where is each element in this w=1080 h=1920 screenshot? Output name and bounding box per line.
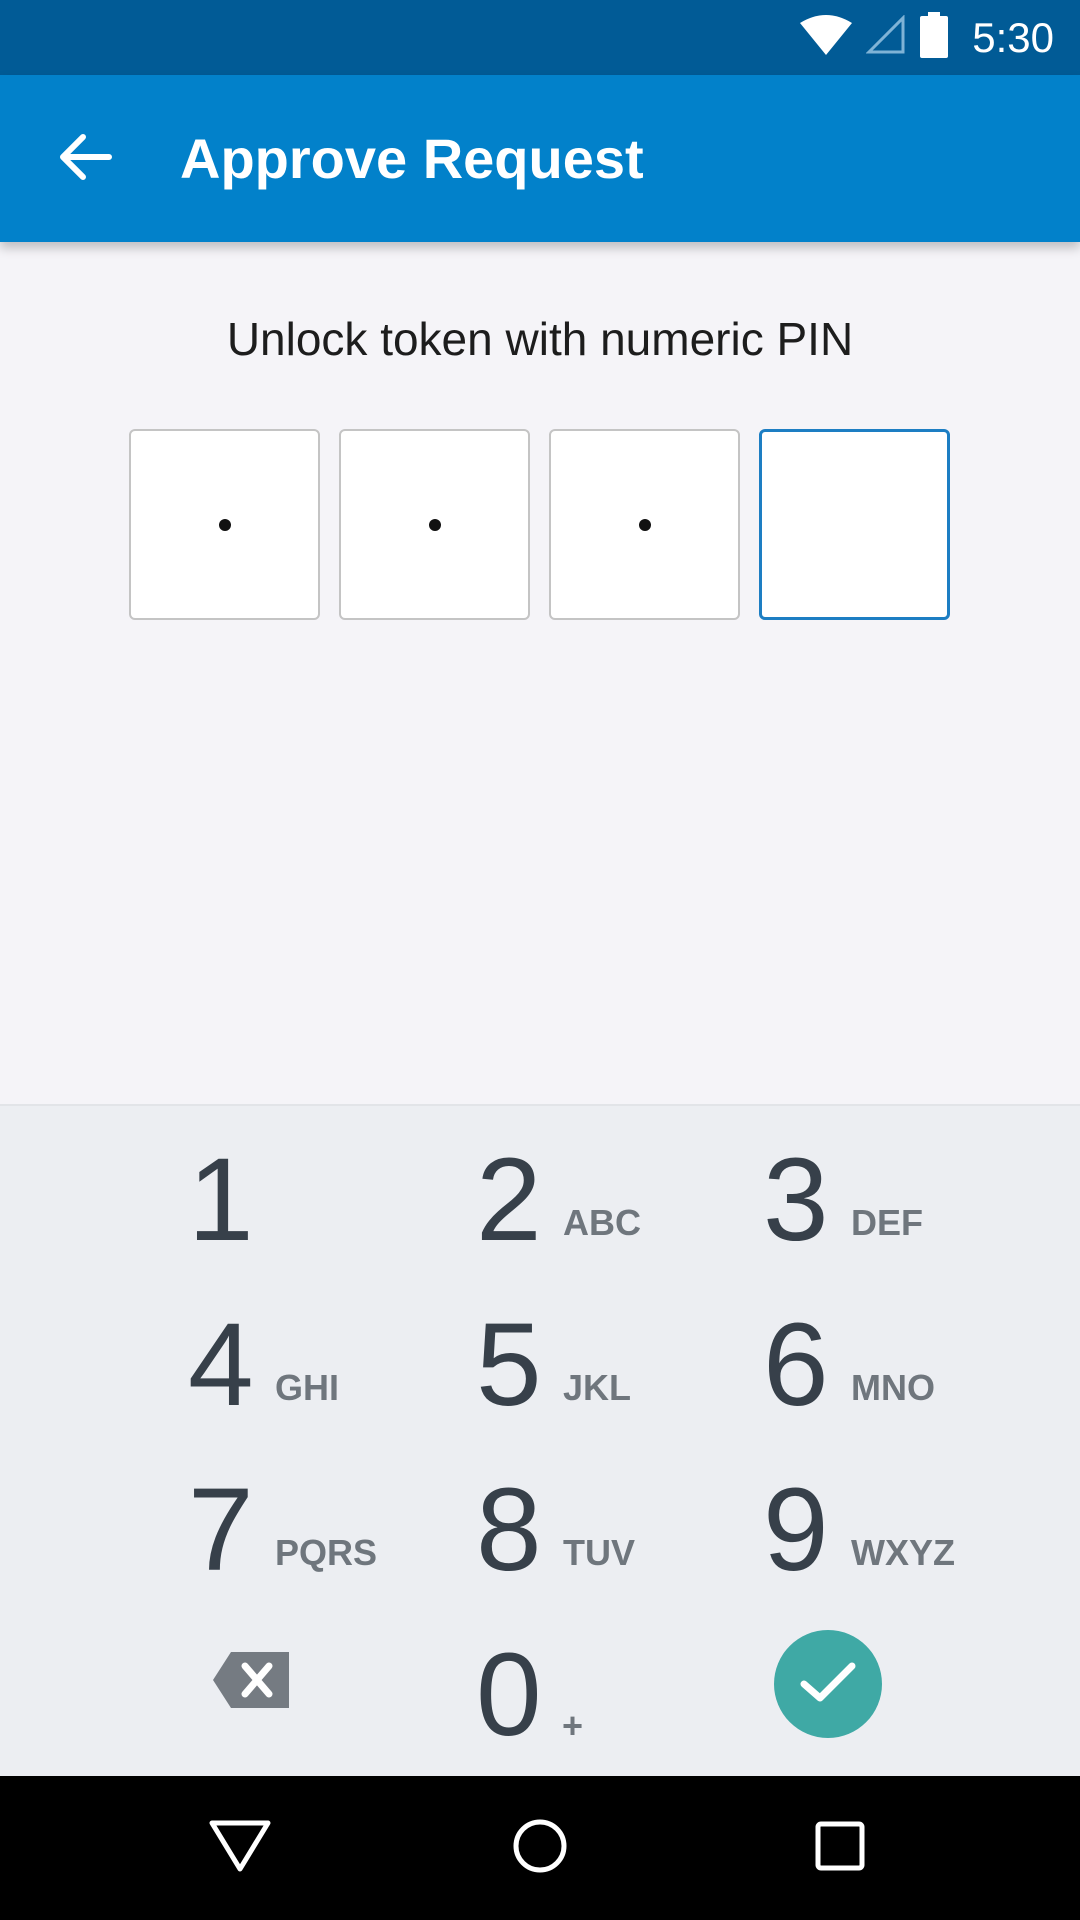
key-4[interactable]: 4 GHI (188, 1306, 488, 1466)
key-digit: 2 (476, 1134, 542, 1266)
page-title: Approve Request (180, 127, 644, 190)
key-letters: GHI (275, 1367, 340, 1408)
cellular-signal-icon (865, 14, 906, 60)
pin-digit-1[interactable] (129, 429, 320, 620)
key-letters: WXYZ (851, 1532, 955, 1573)
key-digit: 8 (476, 1464, 542, 1596)
key-9[interactable]: 9 WXYZ (763, 1471, 1063, 1631)
key-letters: PQRS (275, 1532, 378, 1573)
key-0[interactable]: 0 + (476, 1636, 776, 1796)
key-8[interactable]: 8 TUV (476, 1471, 776, 1631)
key-7[interactable]: 7 PQRS (188, 1471, 488, 1631)
nav-back-button[interactable] (190, 1798, 290, 1898)
key-digit: 9 (763, 1464, 829, 1596)
key-digit: 1 (188, 1134, 254, 1266)
key-digit: 0 (476, 1629, 542, 1761)
pin-digit-3[interactable] (549, 429, 740, 620)
backspace-button[interactable] (213, 1652, 289, 1708)
pin-entry-area: Unlock token with numeric PIN (0, 242, 1080, 1104)
system-nav-bar (0, 1776, 1080, 1920)
key-digit: 3 (763, 1134, 829, 1266)
key-letters: TUV (563, 1532, 635, 1573)
pin-mask-dot (428, 518, 441, 531)
key-5[interactable]: 5 JKL (476, 1306, 776, 1466)
nav-recents-button[interactable] (790, 1798, 890, 1898)
nav-home-icon (512, 1818, 568, 1879)
status-time: 5:30 (972, 13, 1054, 61)
nav-recents-icon (815, 1821, 865, 1876)
screen: 5:30 Approve Request Unlock token with n… (0, 0, 1080, 1920)
pin-mask-dot (218, 518, 231, 531)
arrow-back-icon (59, 132, 113, 187)
pin-fields (129, 429, 950, 620)
check-icon (800, 1660, 856, 1709)
numeric-keypad: 1 2 ABC 3 DEF 4 GHI 5 JKL 6 MNO 7 PQRS 8 (0, 1104, 1080, 1776)
key-letters: DEF (851, 1202, 923, 1243)
nav-home-button[interactable] (490, 1798, 590, 1898)
confirm-button[interactable] (774, 1630, 882, 1738)
status-bar: 5:30 (0, 0, 1080, 75)
pin-mask-dot (638, 518, 651, 531)
wifi-icon (800, 15, 853, 60)
pin-digit-4[interactable] (759, 429, 950, 620)
key-digit: 5 (476, 1299, 542, 1431)
battery-icon (920, 12, 949, 63)
key-1[interactable]: 1 (188, 1141, 488, 1301)
nav-back-icon (208, 1819, 272, 1878)
pin-prompt: Unlock token with numeric PIN (226, 313, 854, 365)
key-letters: JKL (563, 1367, 632, 1408)
pin-digit-2[interactable] (339, 429, 530, 620)
key-digit: 7 (188, 1464, 254, 1596)
backspace-icon (213, 1652, 289, 1712)
key-letters: + (562, 1705, 584, 1746)
key-digit: 6 (763, 1299, 829, 1431)
key-digit: 4 (188, 1299, 254, 1431)
app-bar: Approve Request (0, 75, 1080, 242)
key-letters: ABC (563, 1202, 641, 1243)
key-2[interactable]: 2 ABC (476, 1141, 776, 1301)
key-6[interactable]: 6 MNO (763, 1306, 1063, 1466)
key-letters: MNO (851, 1367, 935, 1408)
key-3[interactable]: 3 DEF (763, 1141, 1063, 1301)
back-button[interactable] (46, 119, 126, 199)
